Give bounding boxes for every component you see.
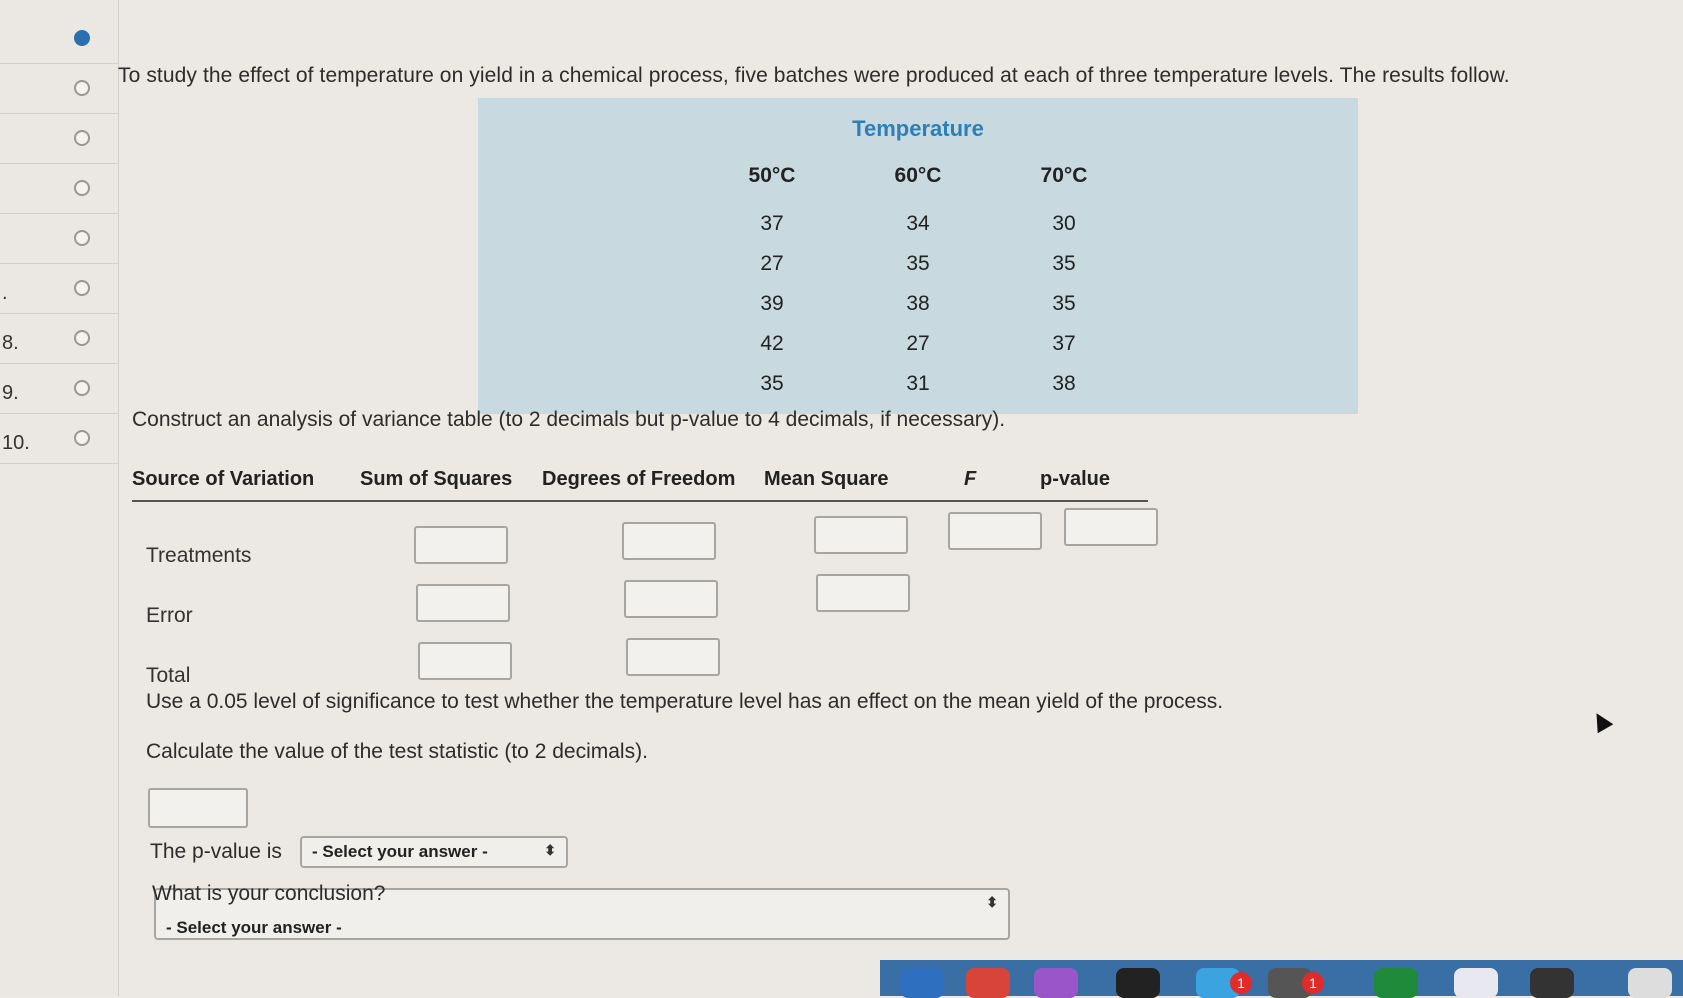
question-intro: To study the effect of temperature on yi… [118, 64, 1510, 87]
table-column-70c: 70°C 30 35 35 37 38 [1004, 164, 1124, 404]
nav-status-dot-icon [74, 230, 90, 246]
p-value-select[interactable]: - Select your answer - ⬍ [300, 836, 568, 868]
error-sum-of-squares-input[interactable] [416, 584, 510, 622]
table-column-50c: 50°C 37 27 39 42 35 [712, 164, 832, 404]
treatments-degrees-of-freedom-input[interactable] [622, 522, 716, 560]
table-header-temperature: Temperature [852, 116, 984, 141]
p-value-label: The p-value is [150, 840, 282, 863]
dock-app-icon[interactable] [1628, 968, 1672, 998]
column-label: 70°C [1040, 164, 1088, 187]
nav-status-dot-icon [74, 380, 90, 396]
total-degrees-of-freedom-input[interactable] [626, 638, 720, 676]
nav-item-8[interactable]: 8. [0, 314, 118, 364]
row-label-error: Error [146, 604, 193, 627]
significance-instructions: Use a 0.05 level of significance to test… [146, 690, 1224, 713]
table-cell: 42 [760, 332, 784, 355]
table-cell: 37 [1052, 332, 1076, 355]
column-label: 50°C [748, 164, 796, 187]
conclusion-select-value: - Select your answer - [166, 918, 342, 937]
dock-app-icon[interactable] [966, 968, 1010, 998]
anova-instructions: Construct an analysis of variance table … [132, 408, 1006, 431]
nav-status-dot-icon [74, 80, 90, 96]
table-cell: 35 [1052, 292, 1076, 315]
treatments-p-value-input[interactable] [1064, 508, 1158, 546]
nav-item-1[interactable] [0, 14, 118, 64]
header-source: Source of Variation [132, 468, 315, 490]
nav-status-dot-icon [74, 430, 90, 446]
select-arrows-icon: ⬍ [986, 894, 998, 910]
treatments-f-input[interactable] [948, 512, 1042, 550]
dock-app-icon[interactable] [1454, 968, 1498, 998]
notification-badge: 1 [1302, 972, 1324, 994]
header-f: F [964, 468, 977, 490]
nav-item-number: . [2, 282, 8, 304]
question-navigator: . 8. 9. 10. [0, 0, 119, 996]
table-cell: 35 [906, 252, 930, 275]
p-value-select-value: - Select your answer - [312, 842, 488, 861]
row-label-total: Total [146, 664, 191, 687]
nav-item-6[interactable]: . [0, 264, 118, 314]
nav-item-9[interactable]: 9. [0, 364, 118, 414]
table-cell: 35 [1052, 252, 1076, 275]
error-mean-square-input[interactable] [816, 574, 910, 612]
question-content: To study the effect of temperature on yi… [118, 0, 1683, 996]
table-cell: 27 [906, 332, 930, 355]
table-cell: 38 [1052, 372, 1076, 395]
nav-item-10[interactable]: 10. [0, 414, 118, 464]
table-cell: 37 [760, 212, 784, 235]
nav-status-dot-icon [74, 180, 90, 196]
dock-app-icon[interactable] [1530, 968, 1574, 998]
conclusion-label: What is your conclusion? [152, 882, 386, 905]
dock-app-icon[interactable] [900, 968, 944, 998]
header-p-value: p-value [1040, 468, 1111, 490]
nav-item-number: 9. [2, 382, 19, 404]
dock-app-icon[interactable] [1374, 968, 1418, 998]
treatments-mean-square-input[interactable] [814, 516, 908, 554]
error-degrees-of-freedom-input[interactable] [624, 580, 718, 618]
table-column-60c: 60°C 34 35 38 27 31 [858, 164, 978, 404]
header-degrees-of-freedom: Degrees of Freedom [542, 468, 736, 490]
anova-table-header: Source of Variation Sum of Squares Degre… [132, 466, 1148, 502]
header-mean-square: Mean Square [764, 468, 889, 490]
notification-badge: 1 [1230, 972, 1252, 994]
total-sum-of-squares-input[interactable] [418, 642, 512, 680]
header-sum-of-squares: Sum of Squares [360, 468, 513, 490]
nav-status-dot-icon [74, 30, 90, 46]
table-cell: 27 [760, 252, 784, 275]
table-cell: 38 [906, 292, 930, 315]
nav-status-dot-icon [74, 130, 90, 146]
test-statistic-instructions: Calculate the value of the test statisti… [146, 740, 648, 763]
table-cell: 30 [1052, 212, 1076, 235]
nav-status-dot-icon [74, 330, 90, 346]
nav-item-number: 8. [2, 332, 19, 354]
dock-app-icon[interactable] [1116, 968, 1160, 998]
nav-item-5[interactable] [0, 214, 118, 264]
nav-item-4[interactable] [0, 164, 118, 214]
dock-app-icon[interactable] [1034, 968, 1078, 998]
table-cell: 39 [760, 292, 784, 315]
row-label-treatments: Treatments [146, 544, 252, 567]
table-cell: 31 [906, 372, 930, 395]
table-cell: 34 [906, 212, 930, 235]
nav-item-3[interactable] [0, 114, 118, 164]
nav-item-number: 10. [2, 432, 30, 454]
treatments-sum-of-squares-input[interactable] [414, 526, 508, 564]
temperature-data-table: Temperature 50°C 37 27 39 42 35 60°C 34 … [478, 98, 1358, 414]
column-label: 60°C [894, 164, 942, 187]
select-arrows-icon: ⬍ [544, 842, 556, 858]
table-cell: 35 [760, 372, 784, 395]
nav-item-2[interactable] [0, 64, 118, 114]
nav-status-dot-icon [74, 280, 90, 296]
test-statistic-input[interactable] [148, 788, 248, 828]
